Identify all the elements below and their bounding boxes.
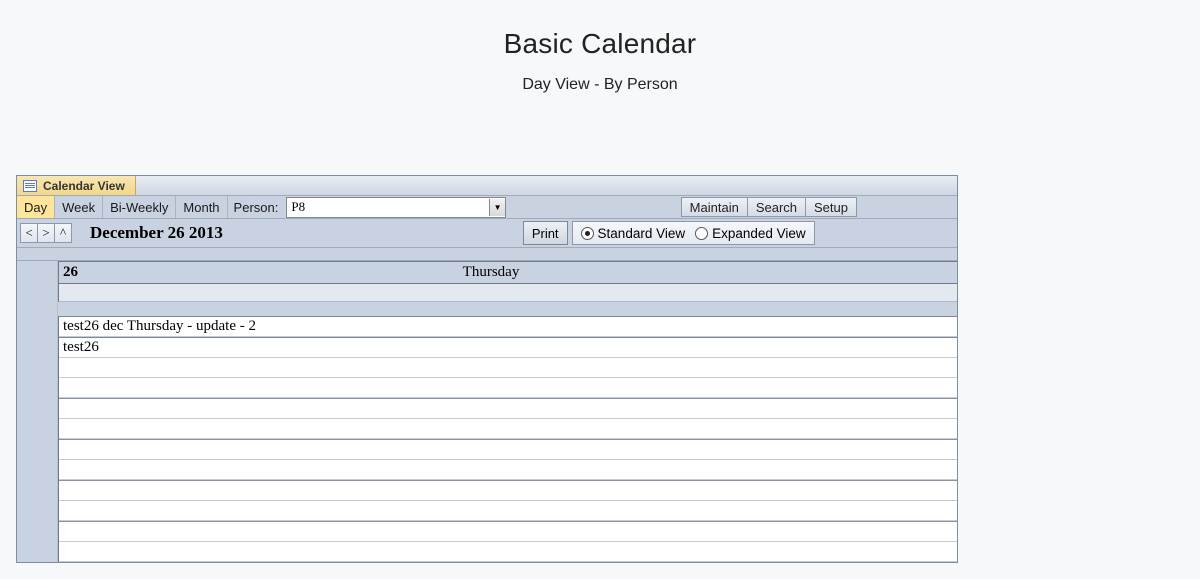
- events-list: test26 dec Thursday - update - 2 test26: [58, 316, 957, 562]
- setup-button[interactable]: Setup: [805, 197, 857, 217]
- calendar-window: Calendar View Day Week Bi-Weekly Month P…: [16, 175, 958, 563]
- search-button[interactable]: Search: [747, 197, 806, 217]
- person-input[interactable]: [287, 199, 489, 215]
- window-tab-label: Calendar View: [43, 179, 125, 193]
- standard-view-option[interactable]: Standard View: [581, 226, 686, 241]
- print-button[interactable]: Print: [523, 221, 568, 245]
- empty-slot[interactable]: [59, 480, 957, 501]
- page-title: Basic Calendar: [0, 28, 1200, 60]
- day-column: 26 Thursday test26 dec Thursday - update…: [58, 261, 957, 562]
- tab-month[interactable]: Month: [176, 196, 227, 218]
- view-mode-group: Standard View Expanded View: [572, 221, 815, 245]
- empty-slot[interactable]: [59, 398, 957, 419]
- window-tab[interactable]: Calendar View: [17, 176, 136, 195]
- empty-slot[interactable]: [59, 378, 957, 398]
- prev-button[interactable]: <: [20, 223, 38, 243]
- radio-icon: [695, 227, 708, 240]
- allday-row[interactable]: [58, 284, 957, 302]
- empty-slot[interactable]: [59, 521, 957, 542]
- empty-slot[interactable]: [59, 501, 957, 521]
- maintain-button[interactable]: Maintain: [681, 197, 748, 217]
- next-button[interactable]: >: [37, 223, 55, 243]
- empty-slot[interactable]: [59, 542, 957, 562]
- day-header[interactable]: 26 Thursday: [58, 261, 957, 284]
- person-label: Person:: [228, 196, 285, 218]
- day-grid: 26 Thursday test26 dec Thursday - update…: [17, 261, 957, 562]
- spacer: [17, 248, 957, 261]
- empty-slot[interactable]: [59, 419, 957, 439]
- expanded-view-option[interactable]: Expanded View: [695, 226, 806, 241]
- dropdown-icon[interactable]: ▼: [489, 199, 505, 216]
- form-icon: [23, 180, 37, 192]
- tab-biweekly[interactable]: Bi-Weekly: [103, 196, 176, 218]
- event-row[interactable]: test26 dec Thursday - update - 2: [59, 316, 957, 337]
- day-number: 26: [59, 264, 78, 281]
- current-date: December 26 2013: [90, 223, 223, 243]
- tab-week[interactable]: Week: [55, 196, 103, 218]
- standard-view-label: Standard View: [598, 226, 686, 241]
- nav-toolbar: < > ^ December 26 2013 Print Standard Vi…: [17, 219, 957, 248]
- page-subtitle: Day View - By Person: [0, 76, 1200, 94]
- window-title-strip: Calendar View: [17, 176, 957, 196]
- day-name: Thursday: [463, 264, 520, 281]
- expanded-view-label: Expanded View: [712, 226, 806, 241]
- up-button[interactable]: ^: [54, 223, 72, 243]
- tab-day[interactable]: Day: [17, 196, 55, 218]
- event-row[interactable]: test26: [59, 337, 957, 358]
- radio-icon: [581, 227, 594, 240]
- view-toolbar: Day Week Bi-Weekly Month Person: ▼ Maint…: [17, 196, 957, 219]
- person-select[interactable]: ▼: [286, 197, 506, 218]
- spacer: [58, 302, 957, 316]
- empty-slot[interactable]: [59, 460, 957, 480]
- empty-slot[interactable]: [59, 358, 957, 378]
- time-gutter: [17, 261, 58, 562]
- empty-slot[interactable]: [59, 439, 957, 460]
